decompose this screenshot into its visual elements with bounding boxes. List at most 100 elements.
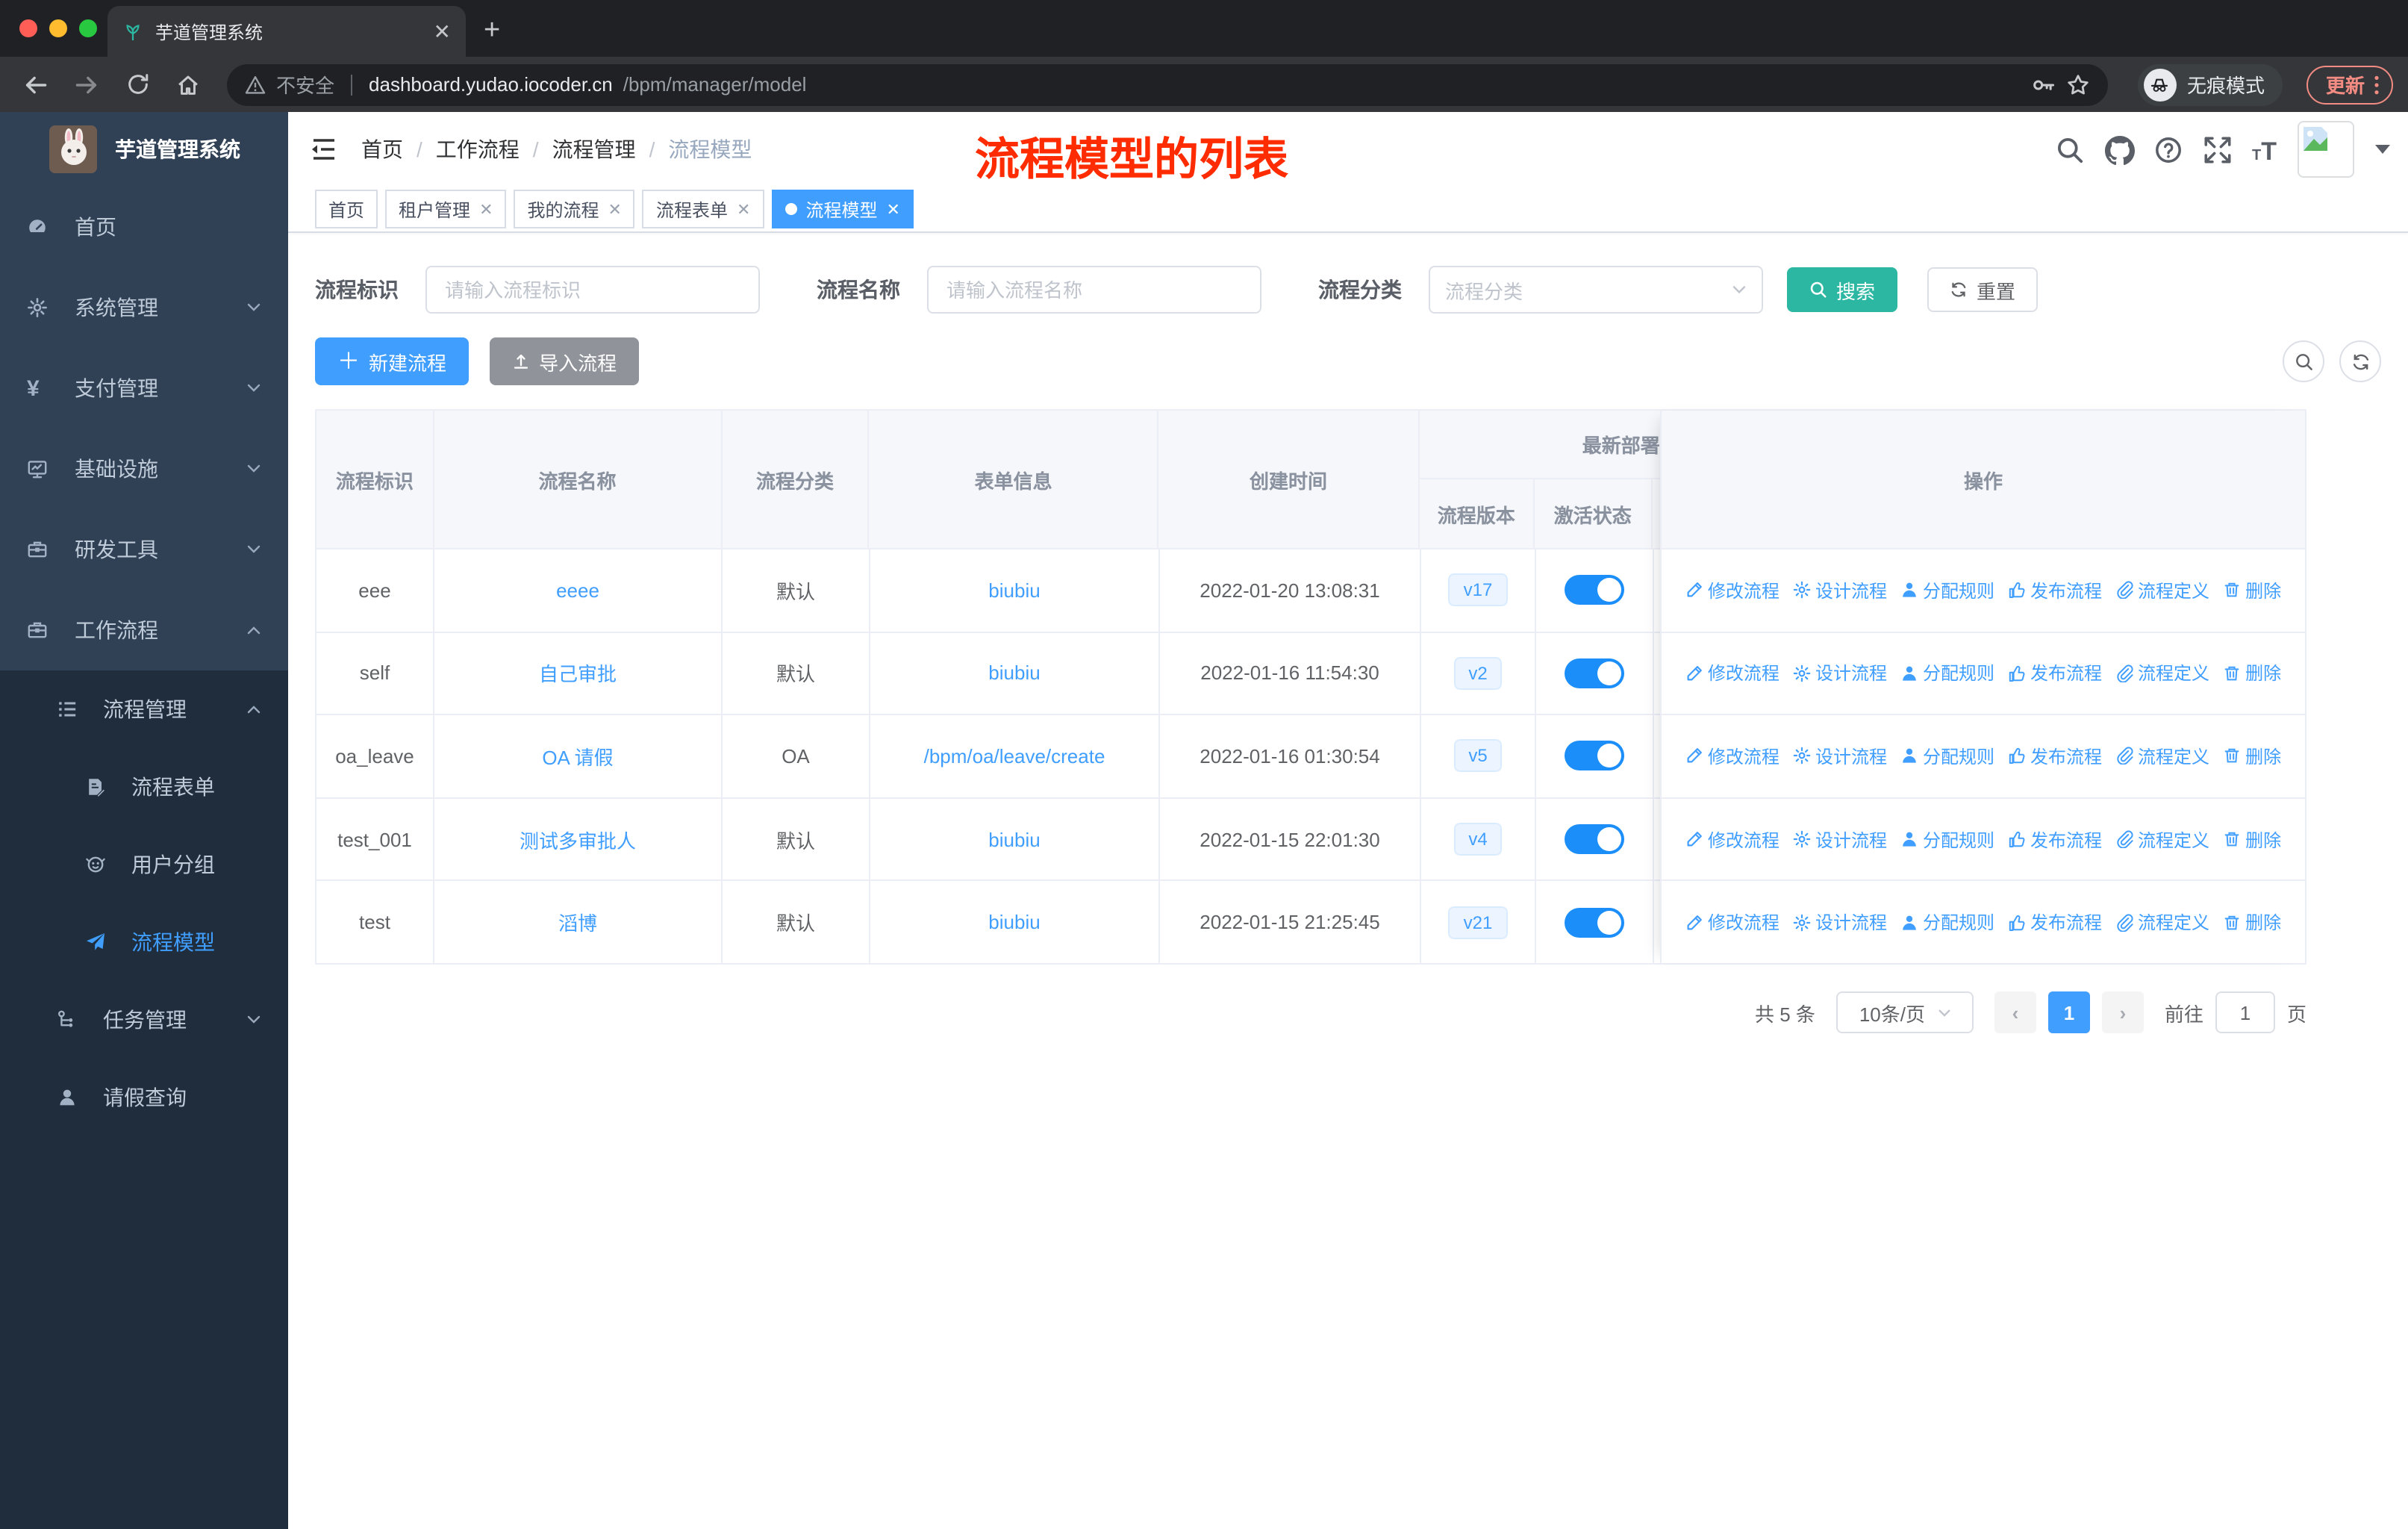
kebab-menu-icon[interactable] (2374, 74, 2380, 95)
version-badge[interactable]: v17 (1421, 549, 1536, 632)
modify-process-link[interactable]: 修改流程 (1685, 826, 1780, 852)
goto-page-input[interactable] (2215, 991, 2275, 1033)
design-process-link[interactable]: 设计流程 (1793, 826, 1887, 852)
sidebar-item-home[interactable]: 首页 (0, 187, 288, 267)
bookmark-star-icon[interactable] (2066, 72, 2090, 96)
publish-process-link[interactable]: 发布流程 (2008, 578, 2102, 603)
process-name-input[interactable] (927, 266, 1261, 314)
next-page-button[interactable]: › (2101, 991, 2144, 1033)
status-toggle[interactable] (1565, 907, 1624, 938)
status-toggle[interactable] (1565, 575, 1624, 605)
process-name-link[interactable]: 测试多审批人 (434, 798, 723, 880)
sidebar-item-process-model[interactable]: 流程模型 (0, 903, 288, 981)
process-name-link[interactable]: OA 请假 (434, 715, 723, 797)
tab-close-icon[interactable]: ✕ (434, 21, 451, 42)
status-toggle[interactable] (1565, 658, 1624, 688)
modify-process-link[interactable]: 修改流程 (1685, 909, 1780, 935)
form-info-link[interactable]: biubiu (870, 798, 1160, 880)
publish-process-link[interactable]: 发布流程 (2008, 826, 2102, 852)
design-process-link[interactable]: 设计流程 (1793, 578, 1887, 603)
sidebar-item-infra[interactable]: 基础设施 (0, 429, 288, 509)
design-process-link[interactable]: 设计流程 (1793, 909, 1887, 935)
search-button[interactable]: 搜索 (1787, 267, 1898, 312)
status-toggle[interactable] (1565, 741, 1624, 771)
tag-close-icon[interactable]: ✕ (479, 199, 493, 219)
publish-process-link[interactable]: 发布流程 (2008, 909, 2102, 935)
assign-rule-link[interactable]: 分配规则 (1900, 909, 1994, 935)
process-definition-link[interactable]: 流程定义 (2115, 578, 2209, 603)
modify-process-link[interactable]: 修改流程 (1685, 661, 1780, 686)
browser-tab[interactable]: 芋道管理系统 ✕ (107, 6, 466, 57)
design-process-link[interactable]: 设计流程 (1793, 744, 1887, 769)
form-info-link[interactable]: biubiu (870, 549, 1160, 632)
key-icon[interactable] (2032, 72, 2056, 96)
process-definition-link[interactable]: 流程定义 (2115, 744, 2209, 769)
create-process-button[interactable]: ＋ 新建流程 (315, 337, 470, 385)
prev-page-button[interactable]: ‹ (1994, 991, 2036, 1033)
process-name-link[interactable]: 滔博 (434, 881, 723, 963)
version-badge[interactable]: v21 (1421, 881, 1536, 963)
page-size-select[interactable]: 10条/页 (1835, 991, 1974, 1033)
form-info-link[interactable]: /bpm/oa/leave/create (870, 715, 1160, 797)
modify-process-link[interactable]: 修改流程 (1685, 578, 1780, 603)
sidebar-item-leave-query[interactable]: 请假查询 (0, 1059, 288, 1136)
tag-close-icon[interactable]: ✕ (886, 199, 899, 219)
process-definition-link[interactable]: 流程定义 (2115, 661, 2209, 686)
breadcrumb-item[interactable]: 工作流程 (436, 134, 520, 164)
address-bar[interactable]: 不安全 dashboard.yudao.iocoder.cn/bpm/manag… (227, 63, 2108, 105)
process-definition-link[interactable]: 流程定义 (2115, 826, 2209, 852)
form-info-link[interactable]: biubiu (870, 632, 1160, 714)
status-toggle[interactable] (1565, 824, 1624, 855)
version-badge[interactable]: v2 (1421, 632, 1536, 714)
assign-rule-link[interactable]: 分配规则 (1900, 661, 1994, 686)
publish-process-link[interactable]: 发布流程 (2008, 661, 2102, 686)
sidebar-item-process-mgmt[interactable]: 流程管理 (0, 670, 288, 748)
sidebar-item-process-form[interactable]: 流程表单 (0, 748, 288, 826)
tag-my-process[interactable]: 我的流程 ✕ (514, 190, 635, 228)
window-minimize-button[interactable] (49, 19, 67, 37)
reload-icon[interactable] (116, 63, 158, 105)
publish-process-link[interactable]: 发布流程 (2008, 744, 2102, 769)
assign-rule-link[interactable]: 分配规则 (1900, 744, 1994, 769)
new-tab-button[interactable]: + (484, 15, 500, 48)
window-zoom-button[interactable] (79, 19, 97, 37)
tag-close-icon[interactable]: ✕ (608, 199, 622, 219)
delete-link[interactable]: 删除 (2223, 744, 2281, 769)
delete-link[interactable]: 删除 (2223, 909, 2281, 935)
home-icon[interactable] (167, 63, 209, 105)
assign-rule-link[interactable]: 分配规则 (1900, 578, 1994, 603)
forward-icon[interactable] (66, 63, 107, 105)
page-1-button[interactable]: 1 (2047, 991, 2090, 1033)
delete-link[interactable]: 删除 (2223, 578, 2281, 603)
breadcrumb-item[interactable]: 首页 (361, 134, 403, 164)
design-process-link[interactable]: 设计流程 (1793, 661, 1887, 686)
form-info-link[interactable]: biubiu (870, 881, 1160, 963)
process-name-link[interactable]: eeee (434, 549, 723, 632)
sidebar-item-system[interactable]: 系统管理 (0, 267, 288, 348)
back-icon[interactable] (15, 63, 57, 105)
sidebar-item-payment[interactable]: ¥ 支付管理 (0, 348, 288, 429)
reset-button[interactable]: 重置 (1927, 267, 2039, 312)
avatar-caret-icon[interactable] (2375, 145, 2390, 154)
tag-tenant[interactable]: 租户管理 ✕ (385, 190, 507, 228)
sidebar-item-workflow[interactable]: 工作流程 (0, 590, 288, 670)
refresh-table-button[interactable] (2339, 340, 2381, 382)
font-size-icon[interactable]: TT (2252, 135, 2277, 165)
tag-home[interactable]: 首页 (315, 190, 378, 228)
import-process-button[interactable]: 导入流程 (490, 337, 640, 385)
search-icon[interactable] (2055, 135, 2083, 164)
sidebar-item-user-group[interactable]: 用户分组 (0, 826, 288, 903)
github-icon[interactable] (2104, 135, 2134, 165)
window-close-button[interactable] (19, 19, 37, 37)
tag-process-model[interactable]: 流程模型 ✕ (771, 190, 914, 228)
category-select[interactable]: 流程分类 (1429, 266, 1763, 314)
process-name-link[interactable]: 自己审批 (434, 632, 723, 714)
help-icon[interactable] (2153, 135, 2182, 164)
assign-rule-link[interactable]: 分配规则 (1900, 826, 1994, 852)
delete-link[interactable]: 删除 (2223, 826, 2281, 852)
process-definition-link[interactable]: 流程定义 (2115, 909, 2209, 935)
version-badge[interactable]: v5 (1421, 715, 1536, 797)
version-badge[interactable]: v4 (1421, 798, 1536, 880)
sidebar-item-task-mgmt[interactable]: 任务管理 (0, 981, 288, 1059)
sidebar-collapse-icon[interactable] (311, 137, 337, 161)
